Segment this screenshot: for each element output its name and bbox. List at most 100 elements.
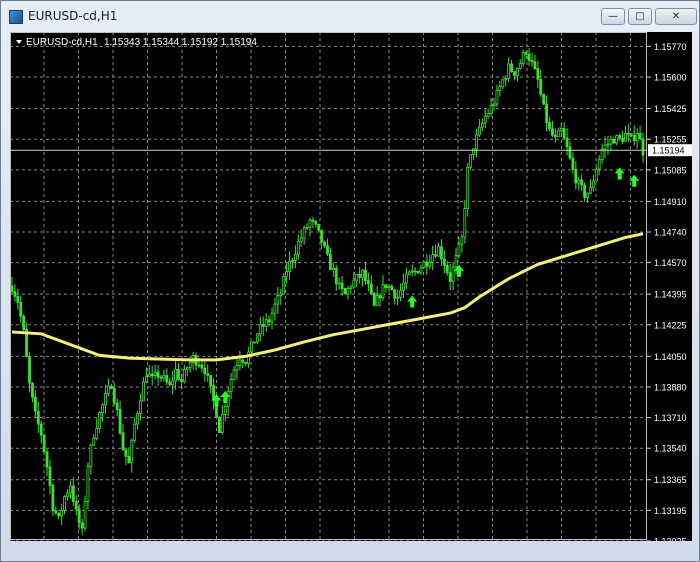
candle-body <box>594 168 598 182</box>
candle-body <box>83 500 87 529</box>
chart-area[interactable]: 1.15770 1.15600 1.15425 1.15255 1.15085 1.149… <box>10 32 692 547</box>
candle-body <box>130 439 134 464</box>
candle-body <box>250 341 253 353</box>
candle-body <box>498 86 502 91</box>
title-bar[interactable]: EURUSD-cd,H1 — □ ✕ <box>1 1 699 31</box>
last-price-label: 1.15194 <box>652 146 685 156</box>
candle-body <box>317 223 321 231</box>
candle-body <box>402 282 405 291</box>
candle-body <box>220 414 224 434</box>
price-tick-label: 1.14570 <box>654 258 687 268</box>
candle-body <box>74 501 78 510</box>
candle-body <box>150 373 154 376</box>
candle-body <box>118 409 122 434</box>
candle-body <box>591 180 595 188</box>
price-tick-label: 1.14225 <box>654 320 687 330</box>
candle-body <box>71 485 75 502</box>
candle-body <box>89 444 93 467</box>
candle-body <box>629 133 633 136</box>
candle-body <box>54 510 58 514</box>
candle-body <box>390 285 394 291</box>
candle-body <box>255 333 259 343</box>
candle-body <box>556 130 560 138</box>
candle-body <box>533 61 537 69</box>
candle-body <box>188 361 192 369</box>
candle-body <box>510 63 513 72</box>
candle-body <box>168 381 172 385</box>
candle-body <box>513 71 516 76</box>
candle-body <box>33 396 37 412</box>
maximize-button[interactable]: □ <box>628 8 652 25</box>
candle-body <box>393 289 397 299</box>
grid <box>10 32 647 542</box>
candle-body <box>203 367 207 374</box>
candle-body <box>57 512 61 517</box>
candle-body <box>553 134 557 138</box>
candle-body <box>107 385 110 395</box>
candle-body <box>460 236 464 245</box>
price-tick-label: 1.15770 <box>654 42 687 52</box>
candle-body <box>19 301 23 317</box>
candle-body <box>267 319 271 323</box>
candle-body <box>483 115 487 124</box>
candle-body <box>451 266 455 282</box>
candle-body <box>559 128 563 132</box>
candle-body <box>229 379 233 392</box>
candle-body <box>180 378 183 382</box>
price-tick-label: 1.13540 <box>654 444 687 454</box>
window-title: EURUSD-cd,H1 <box>28 9 118 23</box>
candle-body <box>387 285 391 288</box>
candle-body <box>571 157 575 170</box>
candle-body <box>63 496 66 511</box>
collapse-triangle-icon[interactable] <box>16 40 22 44</box>
candle-body <box>241 359 245 363</box>
price-tick-label: 1.14910 <box>654 197 687 207</box>
minimize-button[interactable]: — <box>601 8 625 25</box>
candle-body <box>334 267 338 285</box>
price-tick-label: 1.14740 <box>654 227 687 237</box>
candle-body <box>329 253 332 270</box>
candle-body <box>159 376 163 379</box>
candle-body <box>399 290 402 298</box>
candle-body <box>375 295 379 306</box>
candle-body <box>104 393 107 406</box>
chart-window: EURUSD-cd,H1 — □ ✕ 1.15770 1.15600 1.15425… <box>0 0 700 562</box>
candle-body <box>45 451 49 468</box>
close-button[interactable]: ✕ <box>655 8 697 25</box>
candle-body <box>279 293 283 296</box>
candle-body <box>323 241 326 247</box>
candle-body <box>48 466 52 486</box>
candle-body <box>475 134 478 150</box>
price-tick-label: 1.15085 <box>654 165 687 175</box>
candle-body <box>296 240 300 255</box>
candle-body <box>469 154 473 168</box>
candle-body <box>536 68 540 80</box>
price-axis: 1.15770 1.15600 1.15425 1.15255 1.15085 1.149… <box>647 42 687 547</box>
candle-body <box>612 139 616 144</box>
candle-body <box>293 253 297 261</box>
candle-body <box>448 272 452 282</box>
candle-body <box>548 121 551 130</box>
candle-body <box>615 135 619 144</box>
candle-body <box>235 365 239 371</box>
candle-body <box>632 134 636 141</box>
candle-body <box>407 271 411 276</box>
candle-body <box>343 288 347 295</box>
candle-body <box>238 359 242 366</box>
candle-body <box>270 312 274 323</box>
candle-body <box>454 255 458 268</box>
candle-body <box>489 105 493 114</box>
candle-body <box>171 380 175 385</box>
candle-body <box>603 144 607 150</box>
price-tick-label: 1.13195 <box>654 506 687 516</box>
candle-body <box>109 385 113 390</box>
candle-body <box>515 68 519 76</box>
candle-body <box>273 303 277 314</box>
candle-body <box>299 237 303 242</box>
candle-body <box>22 315 26 330</box>
candle-body <box>404 274 408 284</box>
price-chart[interactable]: 1.15770 1.15600 1.15425 1.15255 1.15085 1.149… <box>10 32 692 547</box>
candle-body <box>258 324 262 335</box>
chart-symbol: EURUSD-cd,H1 <box>26 37 98 48</box>
candle-body <box>92 437 96 446</box>
